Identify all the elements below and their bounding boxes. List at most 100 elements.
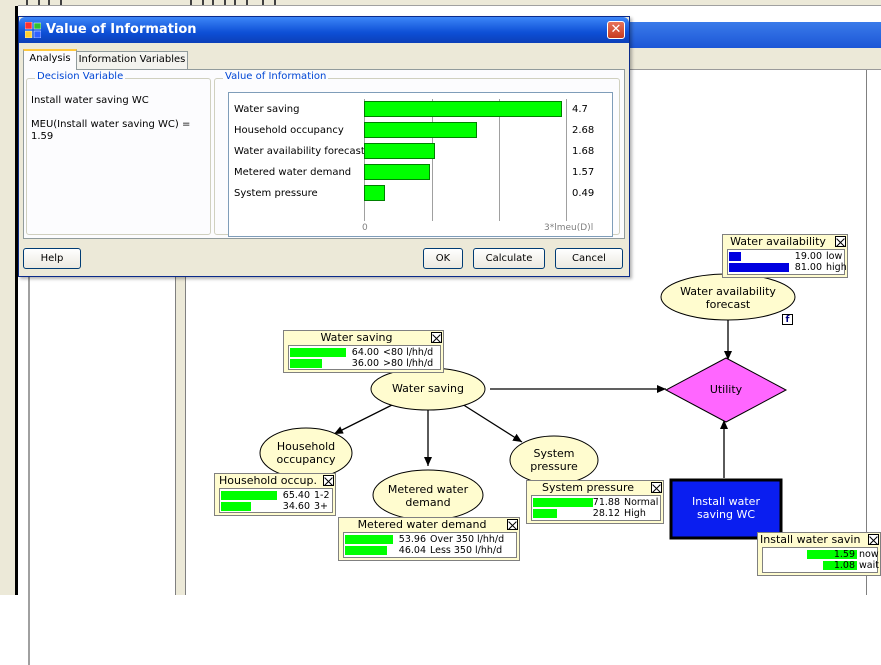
state-label: Over 350 l/hh/d bbox=[430, 534, 505, 545]
voi-value: 2.68 bbox=[572, 125, 595, 136]
voi-value: 1.57 bbox=[572, 167, 595, 178]
monitor-body: 19.00 low 81.00 high bbox=[727, 249, 847, 275]
voi-value: 1.68 bbox=[572, 146, 595, 157]
close-icon[interactable] bbox=[323, 475, 334, 486]
belief-value: 28.12 bbox=[592, 508, 620, 519]
belief-value: 71.88 bbox=[592, 497, 620, 508]
belief-value: 19.00 bbox=[794, 251, 822, 262]
monitor-body: 71.88 Normal 28.12 High bbox=[531, 495, 661, 521]
monitor-row: 65.40 1-2 bbox=[220, 490, 332, 501]
monitor-row: 71.88 Normal bbox=[532, 497, 660, 508]
node-label-forecast: Water availability forecast bbox=[680, 285, 776, 311]
monitor-row: 46.04 Less 350 l/hh/d bbox=[344, 545, 516, 556]
state-label: <80 l/hh/d bbox=[383, 347, 434, 358]
state-label: now bbox=[859, 549, 879, 560]
edge-watersaving-pressure bbox=[461, 403, 523, 443]
monitor-row: 19.00 low bbox=[728, 251, 844, 262]
voi-label: Household occupancy bbox=[234, 125, 344, 136]
decision-variable-name: Install water saving WC bbox=[31, 95, 149, 106]
belief-bar bbox=[290, 359, 322, 368]
voi-chart: Water saving 4.7 Household occupancy 2.6… bbox=[228, 92, 613, 237]
voi-bar bbox=[364, 101, 562, 117]
tab-analysis[interactable]: Analysis bbox=[23, 49, 77, 70]
voi-bar bbox=[364, 185, 385, 201]
monitor-row: 53.96 Over 350 l/hh/d bbox=[344, 534, 516, 545]
monitor-body: 64.00 <80 l/hh/d 36.00 >80 l/hh/d bbox=[288, 345, 441, 370]
belief-value: 53.96 bbox=[398, 534, 426, 545]
monitor-install-water-saving-wc[interactable]: Install water savin 1.59 now 1.08 wait bbox=[757, 532, 881, 576]
belief-value: 81.00 bbox=[794, 262, 822, 273]
group-label: Value of Information bbox=[223, 71, 329, 82]
voi-bar bbox=[364, 122, 477, 138]
monitor-title: Household occup. bbox=[219, 474, 317, 487]
monitor-row: 36.00 >80 l/hh/d bbox=[289, 358, 440, 369]
dialog-title-bar[interactable]: Value of Information ✕ bbox=[19, 17, 629, 43]
belief-value: 65.40 bbox=[282, 490, 310, 501]
close-icon[interactable] bbox=[507, 519, 518, 530]
monitor-row: 1.08 wait bbox=[763, 560, 879, 571]
monitor-body: 65.40 1-2 34.60 3+ bbox=[219, 488, 333, 513]
meu-label: MEU(Install water saving WC) = bbox=[31, 119, 191, 130]
belief-bar bbox=[729, 252, 741, 261]
belief-bar bbox=[533, 509, 557, 518]
close-icon[interactable] bbox=[431, 332, 442, 343]
utility-value: 1.08 bbox=[833, 560, 855, 571]
close-icon[interactable] bbox=[835, 236, 846, 247]
help-button[interactable]: Help bbox=[23, 248, 81, 269]
voi-label: Water availability forecast bbox=[234, 146, 365, 157]
monitor-row: 1.59 now bbox=[763, 549, 879, 560]
value-of-information-dialog: Value of Information ✕ Analysis Informat… bbox=[18, 16, 630, 277]
voi-label: System pressure bbox=[234, 188, 318, 199]
node-label-metered: Metered water demand bbox=[387, 483, 469, 509]
utility-value: 1.59 bbox=[833, 549, 855, 560]
tab-information-variables[interactable]: Information Variables bbox=[76, 51, 188, 69]
meu-value: 1.59 bbox=[31, 131, 54, 142]
axis-label: 3*lmeu(D)l bbox=[544, 223, 594, 233]
monitor-title: Water availability bbox=[730, 235, 826, 248]
state-label: high bbox=[826, 262, 847, 273]
belief-value: 46.04 bbox=[398, 545, 426, 556]
gridline bbox=[432, 99, 433, 221]
voi-value: 4.7 bbox=[572, 104, 588, 115]
axis-zero-label: 0 bbox=[362, 223, 368, 233]
gridline bbox=[566, 99, 567, 221]
belief-value: 34.60 bbox=[282, 501, 310, 512]
dialog-title: Value of Information bbox=[46, 22, 197, 37]
edge-watersaving-household bbox=[333, 403, 395, 435]
state-label: >80 l/hh/d bbox=[383, 358, 434, 369]
monitor-title: System pressure bbox=[541, 481, 635, 494]
analysis-panel: Decision Variable Install water saving W… bbox=[23, 69, 625, 239]
cancel-button[interactable]: Cancel bbox=[555, 248, 623, 269]
gridline bbox=[364, 99, 365, 221]
close-icon[interactable] bbox=[868, 534, 879, 545]
ok-button[interactable]: OK bbox=[423, 248, 463, 269]
voi-label: Metered water demand bbox=[234, 167, 352, 178]
decision-variable-group: Decision Variable Install water saving W… bbox=[26, 71, 211, 235]
monitor-row: 34.60 3+ bbox=[220, 501, 332, 512]
voi-value: 0.49 bbox=[572, 188, 595, 199]
monitor-title: Metered water demand bbox=[357, 518, 487, 531]
belief-value: 64.00 bbox=[351, 347, 379, 358]
close-button[interactable]: ✕ bbox=[607, 21, 625, 39]
voi-bar bbox=[364, 164, 430, 180]
monitor-metered-water-demand[interactable]: Metered water demand 53.96 Over 350 l/hh… bbox=[338, 517, 520, 561]
state-label: Less 350 l/hh/d bbox=[430, 545, 503, 556]
voi-bar bbox=[364, 143, 435, 159]
state-label: High bbox=[624, 508, 646, 519]
monitor-title: Water saving bbox=[320, 331, 393, 344]
monitor-water-saving[interactable]: Water saving 64.00 <80 l/hh/d 36.00 >80 … bbox=[283, 330, 444, 373]
state-label: 1-2 bbox=[314, 490, 330, 501]
close-icon[interactable] bbox=[651, 482, 662, 493]
node-label-pressure: System pressure bbox=[530, 447, 578, 473]
monitor-water-availability[interactable]: Water availability 19.00 low 81.00 high bbox=[722, 234, 848, 278]
network-icon bbox=[25, 22, 41, 38]
monitor-system-pressure[interactable]: System pressure 71.88 Normal 28.12 High bbox=[526, 480, 664, 524]
state-label: Normal bbox=[624, 497, 659, 508]
monitor-row: 64.00 <80 l/hh/d bbox=[289, 347, 440, 358]
state-label: 3+ bbox=[314, 501, 329, 512]
monitor-household-occupancy[interactable]: Household occup. 65.40 1-2 34.60 3+ bbox=[214, 473, 336, 516]
monitor-row: 28.12 High bbox=[532, 508, 660, 519]
calculate-button[interactable]: Calculate bbox=[473, 248, 545, 269]
function-badge[interactable]: f bbox=[782, 314, 793, 325]
belief-bar bbox=[221, 502, 251, 511]
